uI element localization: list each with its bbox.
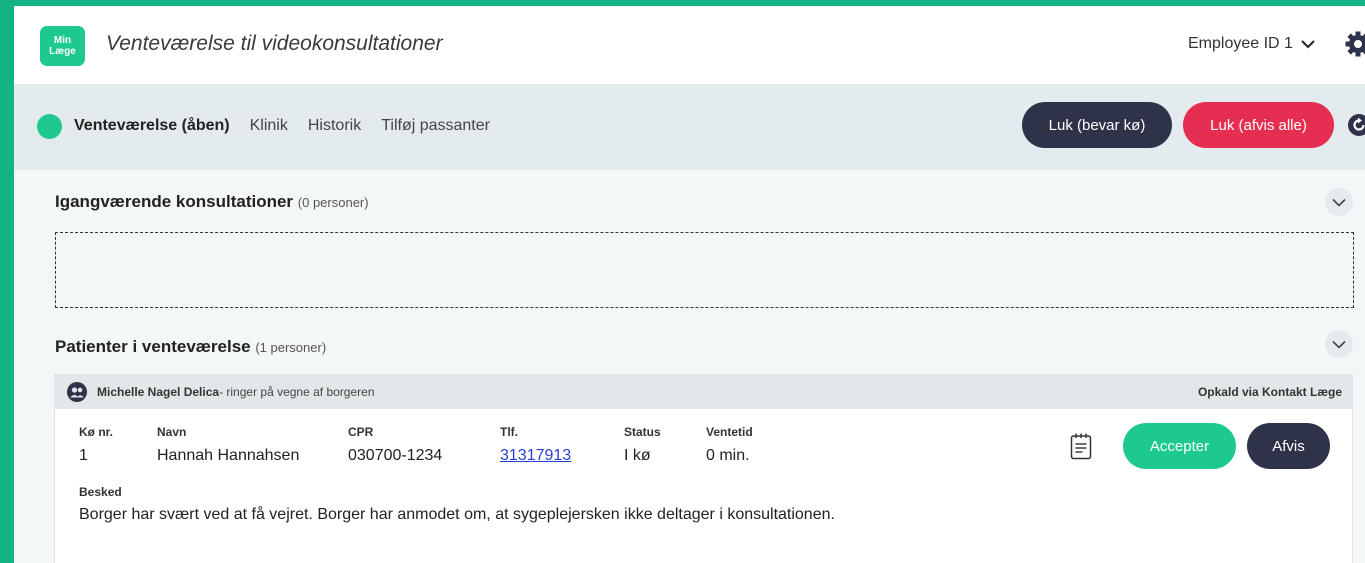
page-title: Venteværelse til videokonsultationer	[106, 32, 443, 55]
queue-label: Kø nr.	[79, 425, 114, 439]
phone-link[interactable]: 31317913	[500, 447, 571, 464]
status-column: Status I kø	[624, 425, 661, 465]
waiting-count: (1 personer)	[255, 340, 327, 355]
cpr-column: CPR 030700-1234	[348, 425, 442, 465]
cpr-value: 030700-1234	[348, 447, 443, 464]
people-icon	[67, 382, 87, 402]
tab-clinic[interactable]: Klinik	[250, 117, 288, 135]
app-frame: Min Læge Venteværelse til videokonsultat…	[14, 6, 1365, 563]
close-keep-queue-button[interactable]: Luk (bevar kø)	[1022, 102, 1172, 148]
employee-dropdown[interactable]: Employee ID 1	[1188, 35, 1315, 53]
status-dot	[37, 114, 62, 139]
phone-column: Tlf. 31317913	[500, 425, 571, 465]
message-label: Besked	[79, 485, 122, 499]
phone-label: Tlf.	[500, 425, 518, 439]
cpr-label: CPR	[348, 425, 374, 439]
tab-history[interactable]: Historik	[308, 117, 361, 135]
wait-column: Ventetid 0 min.	[706, 425, 753, 465]
caller-suffix: - ringer på vegne af borgeren	[219, 385, 375, 399]
ongoing-title-text: Igangværende konsultationer	[55, 192, 294, 211]
waiting-section-title: Patienter i venteværelse (1 personer)	[55, 337, 326, 357]
card-header: Michelle Nagel Delica - ringer på vegne …	[55, 375, 1352, 409]
name-column: Navn Hannah Hannahsen	[157, 425, 299, 465]
gear-icon[interactable]	[1345, 31, 1365, 57]
tab-waiting-room[interactable]: Venteværelse (åben)	[74, 117, 230, 135]
main-content: Igangværende konsultationer (0 personer)…	[14, 170, 1365, 563]
accept-button[interactable]: Accepter	[1123, 423, 1236, 469]
clipboard-notes-icon[interactable]	[1070, 432, 1092, 460]
message-text: Borger har svært ved at få vejret. Borge…	[79, 506, 835, 523]
ongoing-dropzone	[55, 232, 1354, 308]
wait-value: 0 min.	[706, 447, 750, 464]
min-laege-logo: Min Læge	[40, 26, 85, 66]
queue-column: Kø nr. 1	[79, 425, 113, 465]
chevron-down-icon	[1332, 340, 1346, 349]
refresh-icon[interactable]	[1347, 113, 1365, 137]
collapse-waiting-button[interactable]	[1325, 330, 1353, 358]
caller-name: Michelle Nagel Delica	[97, 385, 220, 399]
collapse-ongoing-button[interactable]	[1325, 188, 1353, 216]
name-label: Navn	[157, 425, 187, 439]
status-label: Status	[624, 425, 661, 439]
chevron-down-icon	[1301, 40, 1315, 49]
logo-text-line1: Min	[53, 35, 72, 46]
reject-button[interactable]: Afvis	[1247, 423, 1330, 469]
wait-label: Ventetid	[706, 425, 753, 439]
name-value: Hannah Hannahsen	[157, 447, 300, 464]
logo-text-line2: Læge	[49, 46, 76, 57]
queue-value: 1	[79, 447, 88, 464]
nav-tabs: Venteværelse (åben) Klinik Historik Tilf…	[74, 117, 490, 135]
employee-label: Employee ID 1	[1188, 35, 1293, 52]
ongoing-count: (0 personer)	[297, 195, 369, 210]
app-header: Min Læge Venteværelse til videokonsultat…	[14, 6, 1365, 84]
waiting-title-text: Patienter i venteværelse	[55, 337, 251, 356]
tab-add-passengers[interactable]: Tilføj passanter	[381, 117, 490, 135]
close-reject-all-button[interactable]: Luk (afvis alle)	[1183, 102, 1334, 148]
ongoing-section-title: Igangværende konsultationer (0 personer)	[55, 192, 369, 212]
chevron-down-icon	[1332, 198, 1346, 207]
status-value: I kø	[624, 447, 651, 464]
call-source: Opkald via Kontakt Læge	[1197, 385, 1342, 399]
